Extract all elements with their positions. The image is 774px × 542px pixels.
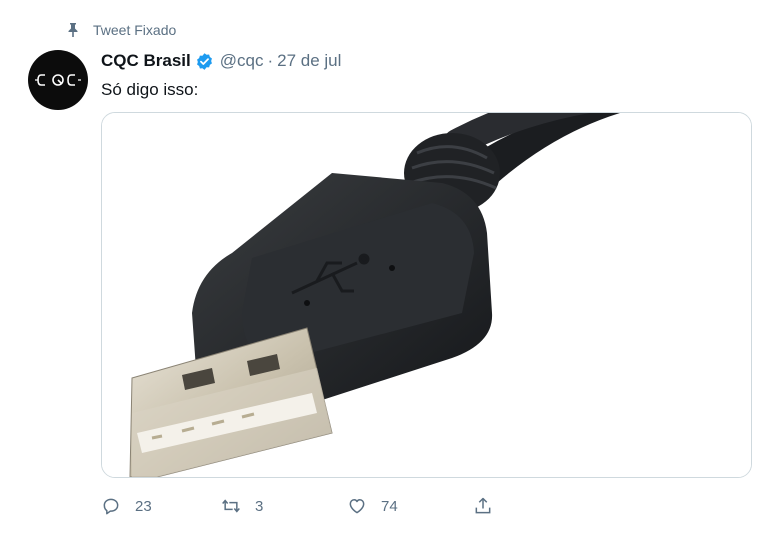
- tweet-text: Só digo isso:: [101, 80, 199, 99]
- author-name[interactable]: CQC Brasil: [101, 51, 191, 71]
- avatar[interactable]: [28, 50, 88, 110]
- media-image[interactable]: [101, 112, 752, 478]
- header-separator: ·: [267, 51, 274, 70]
- verified-badge-icon: [196, 52, 212, 70]
- tweet-card[interactable]: Tweet Fixado CQC Brasil @cqc · 27 de jul…: [0, 0, 774, 542]
- pin-icon: [68, 23, 78, 37]
- share-button[interactable]: [473, 496, 493, 516]
- reply-button[interactable]: 23: [101, 496, 152, 516]
- like-button[interactable]: 74: [347, 496, 398, 516]
- retweet-button[interactable]: 3: [221, 496, 263, 516]
- author-handle[interactable]: @cqc: [220, 51, 264, 71]
- pinned-label: Tweet Fixado: [93, 22, 177, 38]
- reply-count: 23: [135, 497, 152, 515]
- share-icon: [475, 497, 491, 514]
- retweet-icon: [222, 499, 240, 513]
- reply-icon: [103, 498, 119, 515]
- tweet-date[interactable]: 27 de jul: [277, 51, 341, 71]
- pinned-indicator: Tweet Fixado: [66, 22, 176, 38]
- like-icon: [349, 499, 365, 514]
- usb-cable-photo: [102, 113, 751, 477]
- action-bar: 23 3 74: [101, 496, 521, 522]
- cqc-logo-icon: [35, 74, 81, 86]
- tweet-header: CQC Brasil @cqc · 27 de jul: [101, 51, 341, 71]
- retweet-count: 3: [255, 497, 264, 515]
- like-count: 74: [381, 497, 398, 515]
